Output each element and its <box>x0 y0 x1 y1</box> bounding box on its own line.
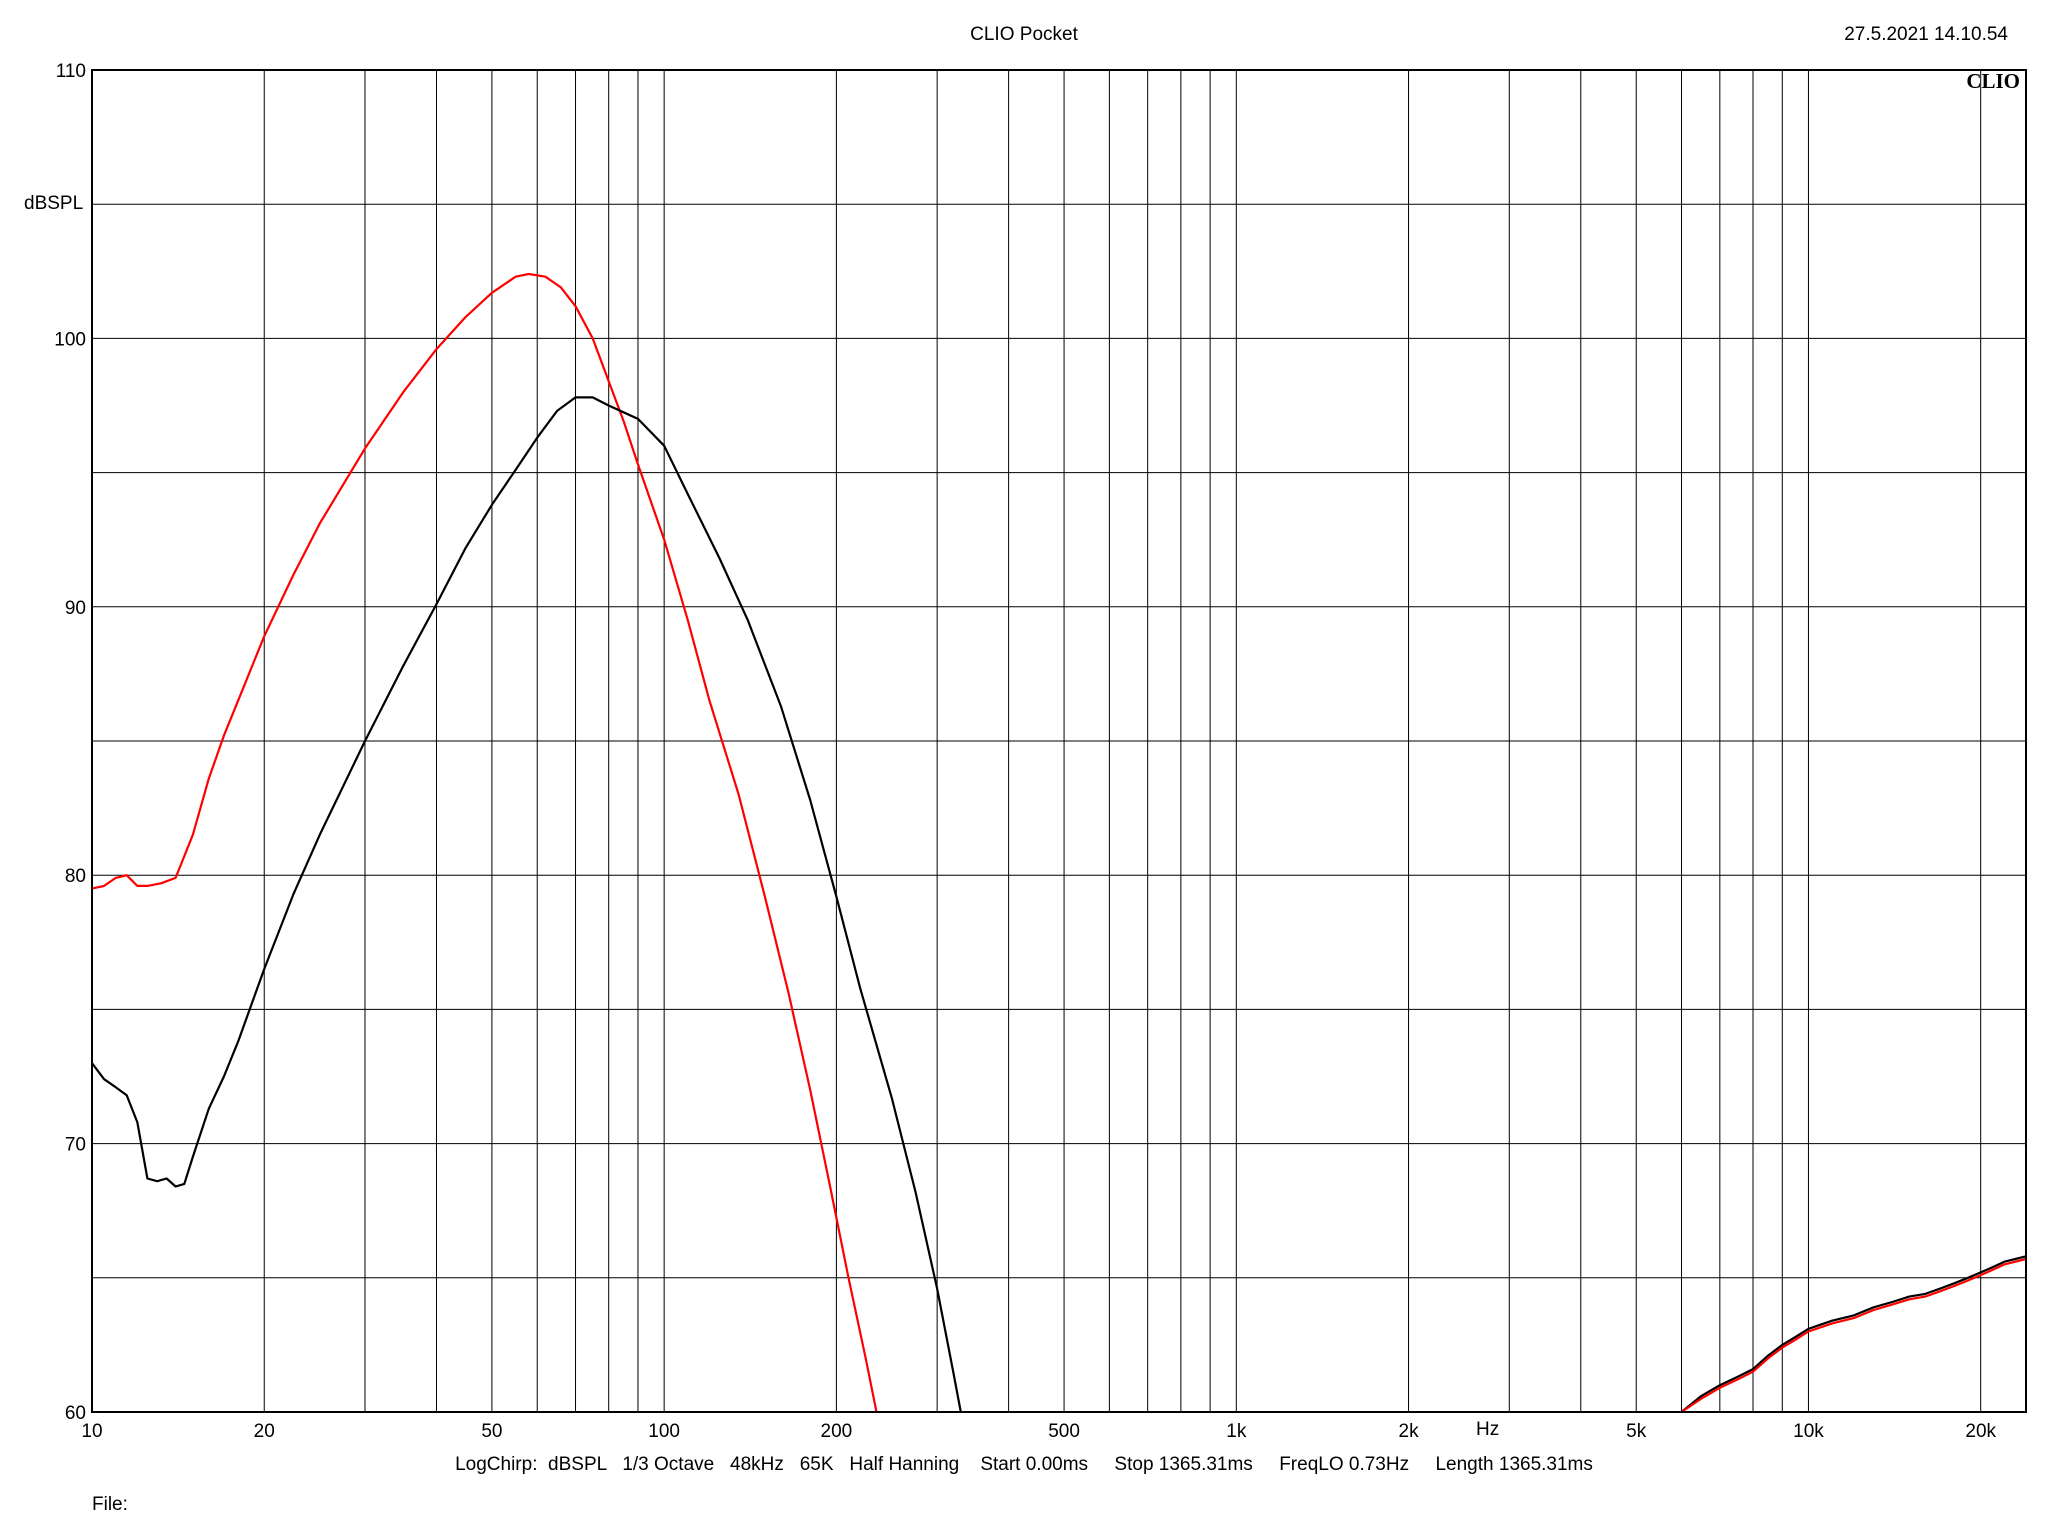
y-tick-label: 90 <box>65 598 86 619</box>
y-tick-label: 100 <box>54 329 86 350</box>
y-tick-label: 110 <box>56 61 86 82</box>
x-tick-label: 2k <box>1399 1421 1420 1442</box>
tick-labels: 10 20 50 100 200 500 1k 2k 5k 10k 20k 60 70 80 90 100 11… <box>54 61 1996 1442</box>
frequency-response-chart: 10 20 50 100 200 500 1k 2k 5k 10k 20k 60 70 80 90 100 11… <box>54 61 2027 1442</box>
x-tick-label: 10 <box>81 1421 102 1442</box>
x-tick-label: 50 <box>481 1421 502 1442</box>
x-tick-label: 100 <box>648 1421 680 1442</box>
x-tick-label: 200 <box>821 1421 853 1442</box>
y-axis-label: dBSPL <box>24 193 84 214</box>
x-tick-label: 20k <box>1965 1421 1996 1442</box>
clio-logo: CLIO <box>1966 69 2020 93</box>
x-tick-label: 10k <box>1793 1421 1824 1442</box>
x-tick-label: 5k <box>1626 1421 1647 1442</box>
x-axis-label: Hz <box>1476 1419 1500 1440</box>
x-tick-label: 500 <box>1048 1421 1080 1442</box>
grid <box>92 70 2026 1412</box>
series-line <box>1680 1257 2027 1413</box>
y-tick-label: 80 <box>65 866 86 887</box>
y-tick-label: 60 <box>65 1403 86 1424</box>
series-group <box>91 272 2027 1413</box>
file-label: File: <box>92 1494 128 1515</box>
y-tick-label: 70 <box>65 1135 86 1156</box>
measurement-settings: LogChirp: dBSPL 1/3 Octave 48kHz 65K Hal… <box>455 1454 1593 1475</box>
series-line <box>1680 1255 2027 1413</box>
x-tick-label: 1k <box>1226 1421 1247 1442</box>
series-line <box>91 272 878 1413</box>
series-line <box>91 396 962 1413</box>
x-tick-label: 20 <box>254 1421 275 1442</box>
